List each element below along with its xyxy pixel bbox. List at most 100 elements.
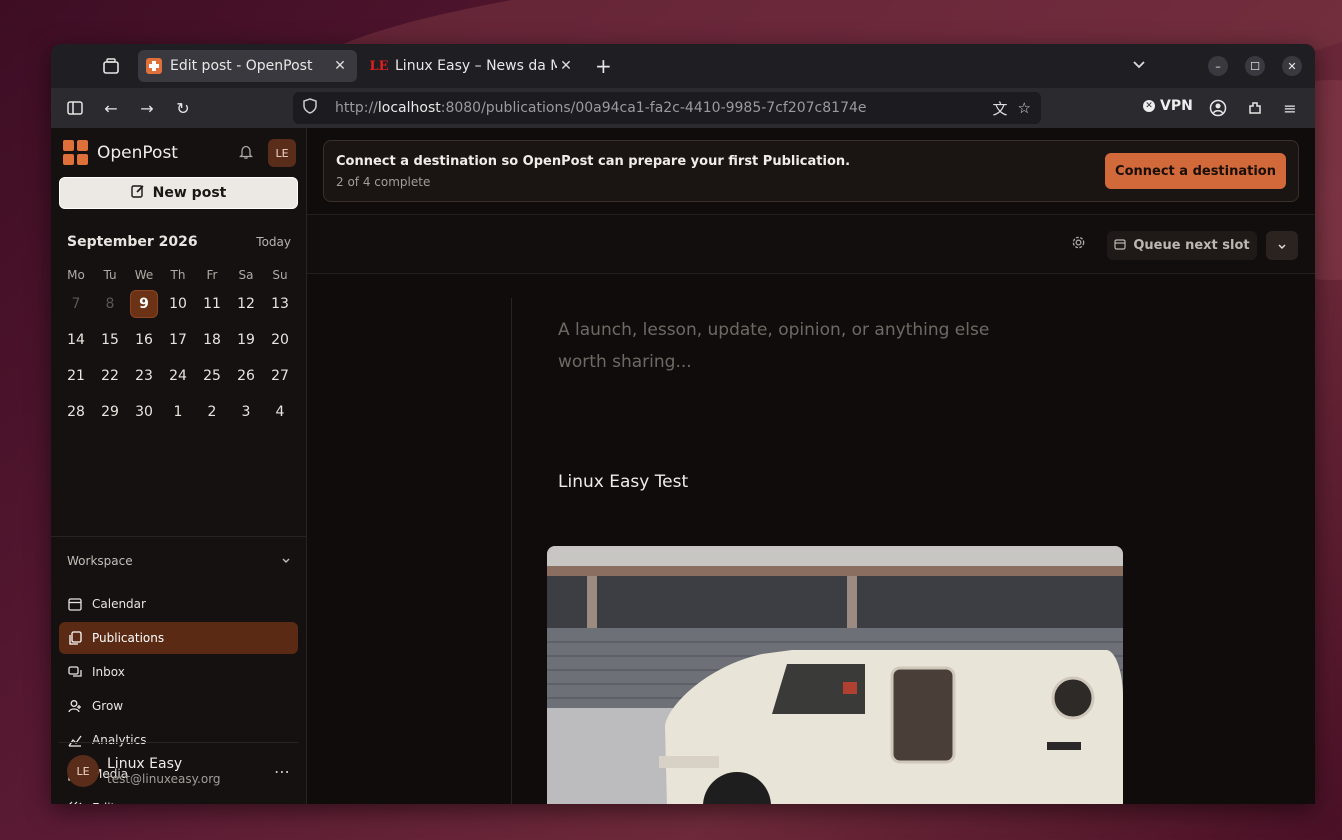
calendar-day[interactable]: 26 bbox=[229, 362, 263, 390]
brand[interactable]: OpenPost bbox=[63, 140, 178, 166]
calendar-day[interactable]: 17 bbox=[161, 326, 195, 354]
url-bar[interactable]: http://localhost:8080/publications/00a94… bbox=[293, 92, 1041, 124]
url-path: :8080/publications/00a94ca1-fa2c-4410-99… bbox=[440, 100, 867, 116]
calendar-day[interactable]: 9 bbox=[130, 290, 158, 318]
calendar-day[interactable]: 24 bbox=[161, 362, 195, 390]
weekday-label: Sa bbox=[238, 268, 254, 282]
account-icon[interactable] bbox=[1208, 98, 1228, 118]
reload-icon[interactable]: ↻ bbox=[173, 98, 193, 118]
workspace-header[interactable]: Workspace bbox=[67, 554, 291, 568]
close-icon[interactable]: ✕ bbox=[557, 58, 575, 74]
calendar-day[interactable]: 27 bbox=[263, 362, 297, 390]
linux-easy-favicon-icon: LE bbox=[369, 58, 389, 74]
back-arrow-icon[interactable]: ← bbox=[101, 98, 121, 118]
calendar-day[interactable]: 16 bbox=[127, 326, 161, 354]
gear-icon[interactable] bbox=[1071, 235, 1086, 254]
calendar-header: September 2026 Today bbox=[67, 234, 291, 250]
vpn-label: VPN bbox=[1160, 98, 1193, 114]
calendar-day[interactable]: 10 bbox=[161, 290, 195, 318]
banner-text: Connect a destination so OpenPost can pr… bbox=[336, 153, 851, 169]
calendar-week: 14 15 16 17 18 19 20 bbox=[59, 322, 301, 358]
calendar-day[interactable]: 12 bbox=[229, 290, 263, 318]
calendar-week: 21 22 23 24 25 26 27 bbox=[59, 358, 301, 394]
calendar-week: 28 29 30 1 2 3 4 bbox=[59, 394, 301, 430]
calendar-day[interactable]: 2 bbox=[195, 398, 229, 426]
minimize-icon[interactable]: – bbox=[1208, 56, 1228, 76]
more-options-icon[interactable]: ⋯ bbox=[274, 762, 290, 781]
editor-toolbar: Queue next slot bbox=[307, 214, 1315, 274]
calendar-day[interactable]: 25 bbox=[195, 362, 229, 390]
new-post-label: New post bbox=[152, 185, 227, 201]
calendar-day[interactable]: 1 bbox=[161, 398, 195, 426]
calendar-month: September 2026 bbox=[67, 234, 198, 250]
forward-arrow-icon[interactable]: → bbox=[137, 98, 157, 118]
maximize-icon[interactable]: ☐ bbox=[1245, 56, 1265, 76]
translate-icon[interactable]: 文 bbox=[993, 98, 1008, 119]
sidebar-item-editors[interactable]: Editors bbox=[59, 792, 298, 804]
shield-icon[interactable] bbox=[303, 98, 321, 118]
vpn-button[interactable]: ✕ VPN bbox=[1143, 98, 1193, 114]
openpost-app: OpenPost LE New post September 2026 Toda… bbox=[51, 128, 1315, 804]
sidebar-item-grow[interactable]: Grow bbox=[59, 690, 298, 722]
calendar-day[interactable]: 29 bbox=[93, 398, 127, 426]
avatar[interactable]: LE bbox=[268, 139, 296, 167]
calendar-day[interactable]: 23 bbox=[127, 362, 161, 390]
chevron-down-icon[interactable] bbox=[1131, 56, 1147, 76]
post-body-input[interactable]: A launch, lesson, update, opinion, or an… bbox=[558, 314, 1038, 378]
calendar-day[interactable]: 28 bbox=[59, 398, 93, 426]
editors-icon bbox=[67, 800, 83, 804]
browser-window: Edit post - OpenPost ✕ LE Linux Easy – N… bbox=[51, 44, 1315, 804]
van-photo bbox=[547, 546, 1123, 804]
calendar-day[interactable]: 22 bbox=[93, 362, 127, 390]
tab-linux-easy[interactable]: LE Linux Easy – News da Mor ✕ bbox=[363, 50, 583, 82]
chevron-down-icon bbox=[281, 554, 291, 568]
calendar-day[interactable]: 13 bbox=[263, 290, 297, 318]
user-plus-icon bbox=[67, 698, 83, 714]
close-icon[interactable]: ✕ bbox=[331, 58, 349, 74]
post-image[interactable] bbox=[547, 546, 1123, 804]
bell-icon[interactable] bbox=[238, 144, 254, 163]
brand-name: OpenPost bbox=[97, 143, 178, 163]
calendar-day[interactable]: 3 bbox=[229, 398, 263, 426]
calendar-day[interactable]: 7 bbox=[59, 290, 93, 318]
queue-label: Queue next slot bbox=[1133, 238, 1250, 253]
post-text[interactable]: Linux Easy Test bbox=[558, 472, 688, 492]
new-post-button[interactable]: New post bbox=[59, 177, 298, 209]
weekday-label: Fr bbox=[206, 268, 218, 282]
sidebar-item-inbox[interactable]: Inbox bbox=[59, 656, 298, 688]
new-tab-plus-icon[interactable]: + bbox=[595, 54, 612, 78]
calendar-day[interactable]: 19 bbox=[229, 326, 263, 354]
calendar-day[interactable]: 18 bbox=[195, 326, 229, 354]
publications-icon bbox=[67, 630, 83, 646]
calendar-day[interactable]: 30 bbox=[127, 398, 161, 426]
extensions-icon[interactable] bbox=[1245, 98, 1265, 118]
menu-icon[interactable]: ≡ bbox=[1280, 98, 1300, 118]
tab-title: Edit post - OpenPost bbox=[170, 58, 313, 74]
weekday-label: Su bbox=[272, 268, 288, 282]
window-close-icon[interactable]: ✕ bbox=[1282, 56, 1302, 76]
calendar-day[interactable]: 20 bbox=[263, 326, 297, 354]
queue-next-slot-button[interactable]: Queue next slot bbox=[1107, 231, 1257, 260]
url-text: http://localhost:8080/publications/00a94… bbox=[335, 100, 983, 116]
tab-edit-post[interactable]: Edit post - OpenPost ✕ bbox=[138, 50, 357, 82]
sidebar-item-publications[interactable]: Publications bbox=[59, 622, 298, 654]
edit-icon bbox=[130, 184, 145, 202]
main-content: Connect a destination so OpenPost can pr… bbox=[307, 128, 1315, 804]
user-profile[interactable]: LE Linux Easy test@linuxeasy.org ⋯ bbox=[59, 742, 298, 787]
calendar-day[interactable]: 14 bbox=[59, 326, 93, 354]
sidebar-toggle-icon[interactable] bbox=[65, 98, 85, 118]
calendar-day[interactable]: 4 bbox=[263, 398, 297, 426]
chevron-down-icon[interactable] bbox=[1266, 231, 1298, 260]
url-host: localhost bbox=[377, 100, 441, 116]
calendar-day[interactable]: 11 bbox=[195, 290, 229, 318]
today-button[interactable]: Today bbox=[256, 235, 291, 249]
bookmark-star-icon[interactable]: ☆ bbox=[1018, 99, 1031, 117]
calendar-day[interactable]: 8 bbox=[93, 290, 127, 318]
tab-overview-icon[interactable] bbox=[99, 54, 123, 78]
calendar-day[interactable]: 21 bbox=[59, 362, 93, 390]
connect-destination-button[interactable]: Connect a destination bbox=[1105, 153, 1286, 189]
onboarding-banner: Connect a destination so OpenPost can pr… bbox=[323, 140, 1299, 202]
sidebar-item-calendar[interactable]: Calendar bbox=[59, 588, 298, 620]
calendar-day[interactable]: 15 bbox=[93, 326, 127, 354]
sidebar-item-label: Calendar bbox=[92, 597, 146, 611]
